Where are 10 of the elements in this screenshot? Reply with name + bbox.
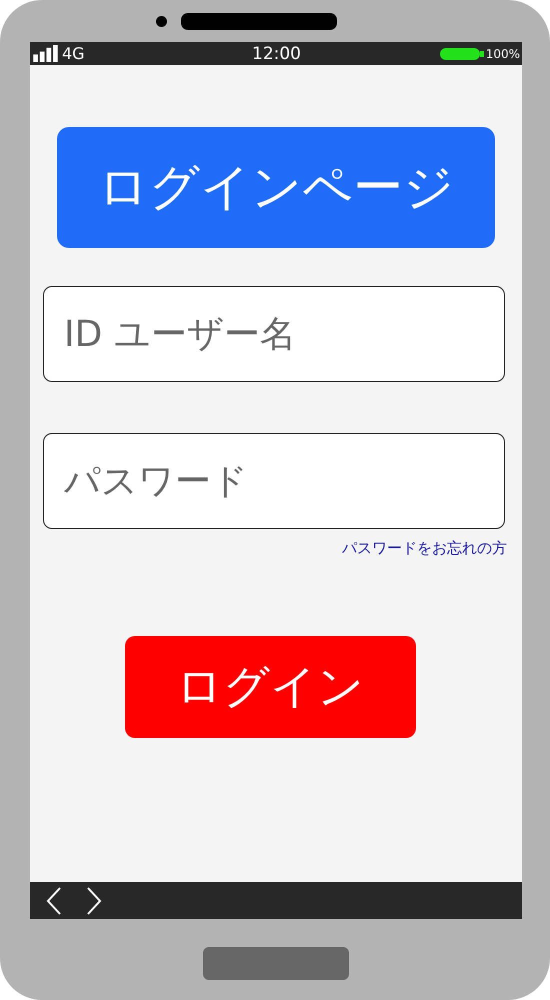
signal-icon <box>33 45 58 62</box>
username-field[interactable]: ID ユーザー名 <box>43 286 505 382</box>
camera-icon <box>156 16 166 26</box>
forgot-password-link[interactable]: パスワードをお忘れの方 <box>342 539 507 558</box>
network-label: 4G <box>62 44 85 63</box>
battery-icon <box>438 48 485 60</box>
battery-percent: 100% <box>486 46 520 60</box>
clock: 12:00 <box>252 44 301 64</box>
login-button[interactable]: ログイン <box>124 636 416 738</box>
page-title: ログインページ <box>57 127 495 248</box>
